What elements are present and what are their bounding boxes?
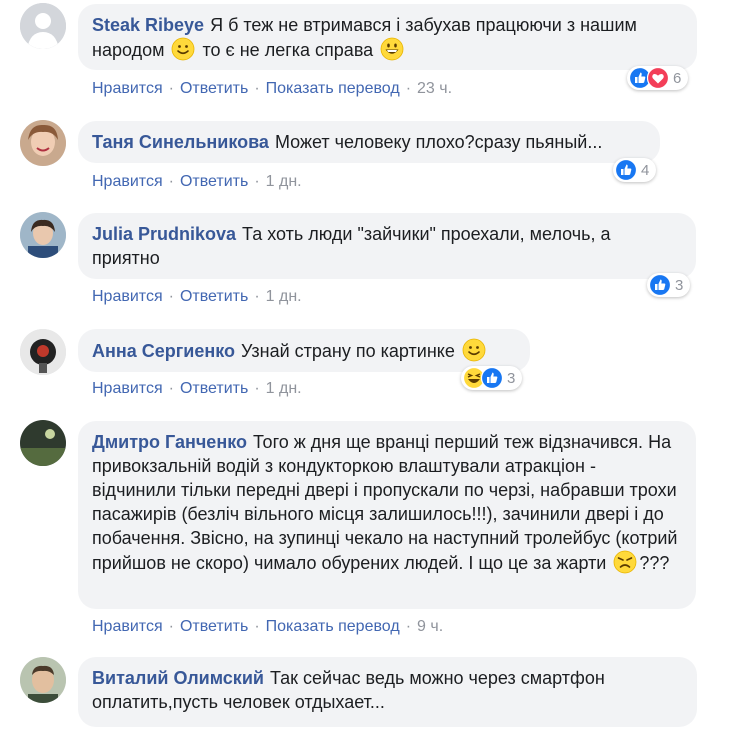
avatar[interactable] [20, 420, 66, 466]
like-link[interactable]: Нравится [92, 380, 163, 397]
like-link[interactable]: Нравится [92, 173, 163, 190]
separator: · [254, 173, 260, 190]
separator: · [168, 618, 174, 635]
separator: · [168, 288, 174, 305]
reaction-summary[interactable]: 3 [461, 366, 523, 390]
user-photo-icon [20, 657, 66, 703]
comment-bubble: Steak Ribeye Я б теж не втримався і забух… [78, 4, 697, 70]
comment-actions: Нравится · Ответить · 1 дн. [92, 173, 302, 191]
avatar[interactable] [20, 3, 66, 49]
show-translation-link[interactable]: Показать перевод [266, 80, 400, 97]
comment-text: Может человеку плохо?сразу пьяный... [274, 132, 603, 152]
like-link[interactable]: Нравится [92, 80, 163, 97]
comment-author[interactable]: Julia Prudnikova [92, 224, 236, 244]
separator: · [168, 380, 174, 397]
comment-text: то є не легка справа [202, 40, 374, 60]
comment-author[interactable]: Дмитро Ганченко [92, 432, 247, 452]
separator: · [168, 80, 174, 97]
slightly-smiling-emoji [171, 37, 195, 61]
comment-author[interactable]: Steak Ribeye [92, 15, 204, 35]
reply-link[interactable]: Ответить [180, 80, 248, 97]
separator: · [168, 173, 174, 190]
slightly-smiling-emoji [462, 338, 486, 362]
avatar[interactable] [20, 329, 66, 375]
comment-actions: Нравится · Ответить · 1 дн. [92, 288, 302, 306]
default-user-icon [20, 3, 66, 49]
like-link[interactable]: Нравится [92, 288, 163, 305]
comment-author[interactable]: Анна Сергиенко [92, 341, 235, 361]
angry-emoji [613, 550, 637, 574]
reply-link[interactable]: Ответить [180, 618, 248, 635]
avatar[interactable] [20, 212, 66, 258]
avatar[interactable] [20, 657, 66, 703]
show-translation-link[interactable]: Показать перевод [266, 618, 400, 635]
comment-actions: Нравится · Ответить · 1 дн. [92, 380, 302, 398]
user-photo-icon [20, 329, 66, 375]
reaction-summary[interactable]: 6 [627, 66, 689, 90]
comment-actions: Нравится · Ответить · Показать перевод · 23 ч. [92, 80, 452, 98]
separator: · [254, 380, 260, 397]
reply-link[interactable]: Ответить [180, 173, 248, 190]
user-photo-icon [20, 120, 66, 166]
comment-text: ??? [639, 553, 670, 573]
comment-bubble: Julia Prudnikova Та хоть люди "зайчики" п… [78, 213, 696, 279]
timestamp[interactable]: 1 дн. [266, 380, 302, 397]
comment-author[interactable]: Таня Синельникова [92, 132, 269, 152]
timestamp[interactable]: 1 дн. [266, 173, 302, 190]
reaction-count: 3 [507, 369, 516, 387]
separator: · [405, 80, 412, 97]
timestamp[interactable]: 9 ч. [417, 618, 443, 635]
like-icon [481, 367, 503, 389]
comment-bubble: Анна Сергиенко Узнай страну по картинке [78, 329, 530, 372]
timestamp[interactable]: 23 ч. [417, 80, 452, 97]
reaction-summary[interactable]: 3 [647, 273, 691, 297]
user-photo-icon [20, 420, 66, 466]
separator: · [405, 618, 412, 635]
separator: · [254, 618, 260, 635]
reaction-count: 4 [641, 161, 650, 179]
like-icon [615, 159, 637, 181]
separator: · [254, 288, 260, 305]
grinning-emoji [380, 37, 404, 61]
separator: · [254, 80, 260, 97]
comment-text: Того ж дня ще вранці перший теж відзначи… [92, 432, 678, 573]
comment-text: Узнай страну по картинке [240, 341, 455, 361]
comment-bubble: Виталий Олимский Так сейчас ведь можно че… [78, 657, 697, 727]
timestamp[interactable]: 1 дн. [266, 288, 302, 305]
love-icon [647, 67, 669, 89]
reply-link[interactable]: Ответить [180, 288, 248, 305]
reaction-count: 6 [673, 69, 682, 87]
reply-link[interactable]: Ответить [180, 380, 248, 397]
reaction-count: 3 [675, 276, 684, 294]
user-photo-icon [20, 212, 66, 258]
comment-author[interactable]: Виталий Олимский [92, 668, 264, 688]
like-icon [649, 274, 671, 296]
like-link[interactable]: Нравится [92, 618, 163, 635]
avatar[interactable] [20, 120, 66, 166]
comment-bubble: Дмитро Ганченко Того ж дня ще вранці перш… [78, 421, 696, 609]
comment-bubble: Таня Синельникова Может человеку плохо?ср… [78, 121, 660, 163]
comment-actions: Нравится · Ответить · Показать перевод · 9 ч. [92, 618, 443, 636]
reaction-summary[interactable]: 4 [613, 158, 657, 182]
